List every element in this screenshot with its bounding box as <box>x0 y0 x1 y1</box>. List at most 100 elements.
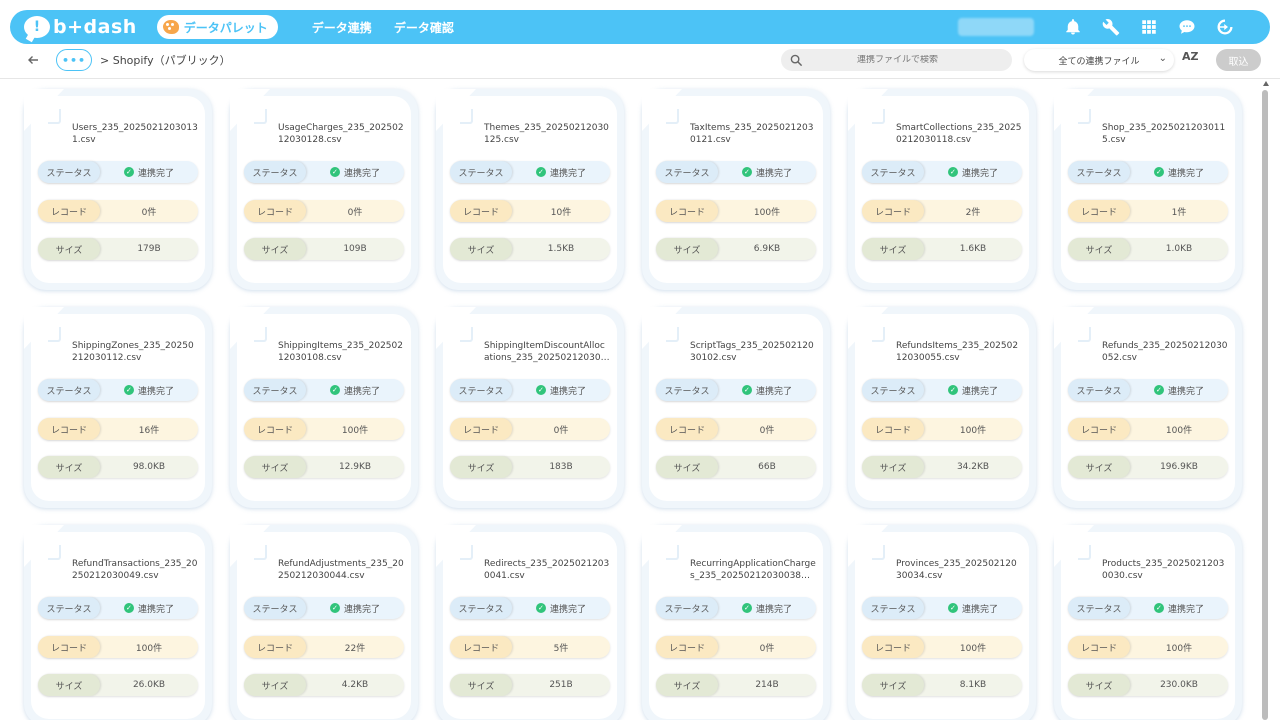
file-name: Shop_235_20250212030115.csv <box>1102 123 1226 145</box>
size-value: 214B <box>755 680 779 690</box>
size-value: 26.0KB <box>132 680 166 690</box>
scrollbar-thumb[interactable] <box>1262 90 1268 720</box>
check-circle-icon: ✓ <box>535 167 546 177</box>
logout-icon[interactable] <box>1206 15 1244 39</box>
record-row: レコード 100件 <box>1068 418 1228 440</box>
check-circle-icon: ✓ <box>947 385 958 395</box>
bell-icon[interactable] <box>1054 15 1092 39</box>
header-actions <box>958 15 1244 39</box>
record-value: 100件 <box>1165 643 1193 654</box>
status-value: ✓ 連携完了 <box>306 166 404 179</box>
file-corner-icon <box>254 109 267 124</box>
size-row: サイズ 1.6KB <box>862 238 1022 260</box>
file-card[interactable]: RecurringApplicationCharges_235_20250212… <box>642 525 830 720</box>
file-card[interactable]: Themes_235_20250212030125.csv ステータス ✓ 連携… <box>436 89 624 290</box>
size-label: サイズ <box>244 238 306 260</box>
size-row: サイズ 26.0KB <box>38 674 198 696</box>
file-card[interactable]: ShippingZones_235_20250212030112.csv ステー… <box>24 307 212 508</box>
check-circle-icon: ✓ <box>741 603 752 613</box>
record-value: 0件 <box>759 643 775 654</box>
check-circle-icon: ✓ <box>947 167 958 177</box>
bdash-logo[interactable]: ! b+dash <box>24 16 137 38</box>
sort-az-icon[interactable]: AZ <box>1182 50 1199 63</box>
size-label: サイズ <box>244 456 306 478</box>
file-filter-value: 全ての連携ファイル <box>1058 56 1140 67</box>
record-label: レコード <box>450 418 512 440</box>
status-row: ステータス ✓ 連携完了 <box>244 597 404 619</box>
status-label: ステータス <box>38 597 100 619</box>
record-row: レコード 16件 <box>38 418 198 440</box>
file-corner-icon <box>1078 109 1091 124</box>
status-label: ステータス <box>862 161 924 183</box>
size-row: サイズ 4.2KB <box>244 674 404 696</box>
record-value: 100件 <box>753 207 781 218</box>
grid-icon[interactable] <box>1130 15 1168 39</box>
wrench-icon[interactable] <box>1092 15 1130 39</box>
data-palette-label: データパレット <box>183 20 268 35</box>
file-card[interactable]: SmartCollections_235_20250212030118.csv … <box>848 89 1036 290</box>
nav-data-integration[interactable]: データ連携 <box>312 19 372 36</box>
file-card[interactable]: RefundsItems_235_20250212030055.csv ステータ… <box>848 307 1036 508</box>
record-value: 100件 <box>1165 425 1193 436</box>
size-row: サイズ 196.9KB <box>1068 456 1228 478</box>
palette-icon <box>162 20 179 34</box>
breadcrumb-more-button[interactable]: ••• <box>56 49 92 71</box>
record-value: 0件 <box>347 207 363 218</box>
status-row: ステータス ✓ 連携完了 <box>38 379 198 401</box>
file-card[interactable]: UsageCharges_235_20250212030128.csv ステータ… <box>230 89 418 290</box>
file-card[interactable]: TaxItems_235_20250212030121.csv ステータス ✓ … <box>642 89 830 290</box>
status-text: 連携完了 <box>961 386 998 397</box>
size-value: 6.9KB <box>753 244 781 254</box>
size-row: サイズ 98.0KB <box>38 456 198 478</box>
record-value: 100件 <box>341 425 369 436</box>
file-corner-icon <box>48 545 61 560</box>
status-value: ✓ 連携完了 <box>718 166 816 179</box>
record-row: レコード 100件 <box>656 200 816 222</box>
file-card[interactable]: Users_235_20250212030131.csv ステータス ✓ 連携完… <box>24 89 212 290</box>
search-input[interactable] <box>803 55 992 65</box>
file-name: ShippingItems_235_20250212030108.csv <box>278 341 403 363</box>
back-arrow-icon[interactable] <box>24 51 42 69</box>
status-value: ✓ 連携完了 <box>1130 384 1228 397</box>
status-text: 連携完了 <box>137 168 174 179</box>
check-circle-icon: ✓ <box>329 603 340 613</box>
check-circle-icon: ✓ <box>123 603 134 613</box>
file-name: RefundTransactions_235_20250212030049.cs… <box>72 559 198 581</box>
size-value: 8.1KB <box>959 680 987 690</box>
record-value: 10件 <box>550 207 572 218</box>
file-filter-select[interactable]: 全ての連携ファイル ⌄ <box>1024 49 1174 71</box>
nav-data-check[interactable]: データ確認 <box>394 19 454 36</box>
file-card[interactable]: Redirects_235_20250212030041.csv ステータス ✓… <box>436 525 624 720</box>
data-palette-button[interactable]: データパレット <box>156 15 278 39</box>
chat-icon[interactable] <box>1168 15 1206 39</box>
search-icon <box>790 54 803 66</box>
status-label: ステータス <box>450 161 512 183</box>
size-row: サイズ 34.2KB <box>862 456 1022 478</box>
status-row: ステータス ✓ 連携完了 <box>656 597 816 619</box>
breadcrumb: > Shopify（パブリック） <box>100 54 231 67</box>
record-label: レコード <box>656 418 718 440</box>
file-card[interactable]: Shop_235_20250212030115.csv ステータス ✓ 連携完了… <box>1054 89 1242 290</box>
file-card[interactable]: Provinces_235_20250212030034.csv ステータス ✓… <box>848 525 1036 720</box>
file-card[interactable]: ShippingItemDiscountAllocations_235_2025… <box>436 307 624 508</box>
status-row: ステータス ✓ 連携完了 <box>450 161 610 183</box>
file-corner-icon <box>872 327 885 342</box>
status-value: ✓ 連携完了 <box>512 166 610 179</box>
file-card[interactable]: RefundAdjustments_235_20250212030044.csv… <box>230 525 418 720</box>
file-card[interactable]: ShippingItems_235_20250212030108.csv ステー… <box>230 307 418 508</box>
record-label: レコード <box>656 200 718 222</box>
file-card[interactable]: Refunds_235_20250212030052.csv ステータス ✓ 連… <box>1054 307 1242 508</box>
scroll-up-arrow-icon[interactable] <box>1263 81 1269 86</box>
file-card[interactable]: ScriptTags_235_20250212030102.csv ステータス … <box>642 307 830 508</box>
file-corner-icon <box>666 327 679 342</box>
check-circle-icon: ✓ <box>741 385 752 395</box>
import-button[interactable]: 取込 <box>1216 49 1261 71</box>
file-corner-icon <box>460 327 473 342</box>
file-name: Redirects_235_20250212030041.csv <box>484 559 610 581</box>
size-label: サイズ <box>450 456 512 478</box>
record-row: レコード 100件 <box>244 418 404 440</box>
file-card[interactable]: RefundTransactions_235_20250212030049.cs… <box>24 525 212 720</box>
size-value: 230.0KB <box>1160 680 1198 690</box>
file-card[interactable]: Products_235_20250212030030.csv ステータス ✓ … <box>1054 525 1242 720</box>
file-name: Users_235_20250212030131.csv <box>72 123 198 145</box>
